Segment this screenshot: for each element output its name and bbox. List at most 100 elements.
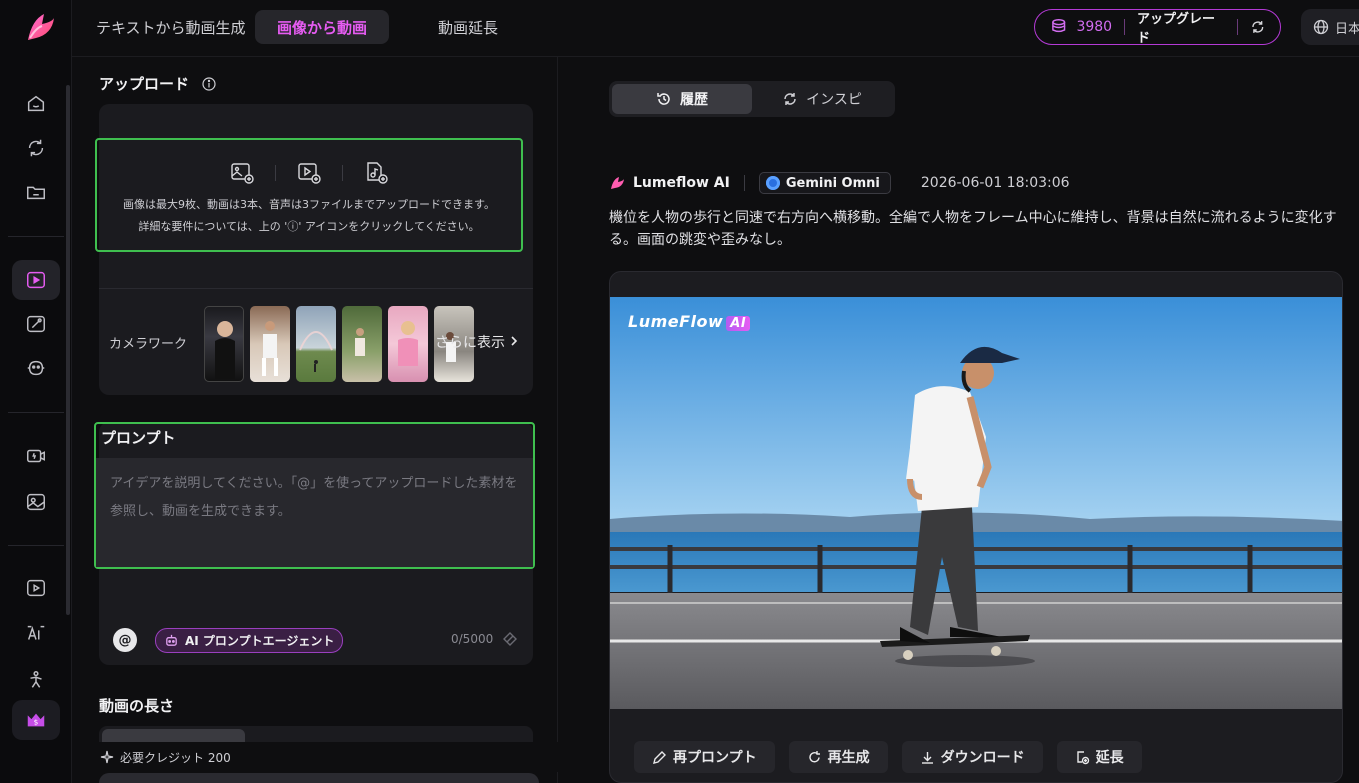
refresh-icon xyxy=(808,750,820,762)
generate-button[interactable] xyxy=(99,773,539,783)
ai-prompt-agent-button[interactable]: AI プロンプトエージェント xyxy=(155,628,344,653)
eraser-icon[interactable] xyxy=(501,630,519,648)
upload-card: 画像は最大9枚、動画は3本、音声は3ファイルまでアップロードできます。 詳細な要… xyxy=(95,104,533,395)
info-icon[interactable] xyxy=(202,77,216,91)
reprompt-button[interactable]: 再プロンプト xyxy=(634,741,775,773)
model-name: Gemini Omni xyxy=(785,175,880,191)
upload-dropzone[interactable]: 画像は最大9枚、動画は3本、音声は3ファイルまでアップロードできます。 詳細な要… xyxy=(95,138,523,252)
top-bar: テキストから動画生成 画像から動画 動画延長 3980 アップグレード 日本 xyxy=(72,0,1359,57)
photo-icon xyxy=(27,493,45,511)
crown-dollar-icon: $ xyxy=(27,713,45,727)
dropzone-divider xyxy=(342,165,343,181)
video-actions: 再プロンプト 再生成 ダウンロード 延長 xyxy=(634,741,1142,773)
model-icon xyxy=(765,176,780,190)
download-label: ダウンロード xyxy=(940,750,1025,766)
video-watermark: LumeFlow AI xyxy=(628,312,751,331)
card-divider xyxy=(99,288,533,289)
sidebar-item-pricing[interactable]: $ xyxy=(12,700,60,740)
tab-history-label: 履歴 xyxy=(680,92,708,108)
camera-preset-thumb[interactable] xyxy=(296,306,336,382)
refresh-icon[interactable] xyxy=(1250,19,1266,35)
regenerate-button[interactable]: 再生成 xyxy=(788,741,888,773)
download-button[interactable]: ダウンロード xyxy=(901,741,1043,773)
sidebar-divider xyxy=(8,545,64,546)
mention-button[interactable]: @ xyxy=(113,628,137,652)
language-label: 日本 xyxy=(1335,21,1359,37)
watermark-text: LumeFlow xyxy=(628,312,724,331)
watermark-ai-badge: AI xyxy=(726,316,751,331)
image-edit-icon xyxy=(27,315,45,333)
prompt-textarea[interactable]: アイデアを説明してください。「@」を使ってアップロードした素材を参照し、動画を生… xyxy=(96,458,533,567)
upload-section-title: アップロード xyxy=(99,73,216,94)
tab-video-extend[interactable]: 動画延長 xyxy=(416,10,520,44)
camera-preset-thumb[interactable] xyxy=(388,306,428,382)
character-count: 0/5000 xyxy=(451,632,494,646)
pill-divider xyxy=(1237,19,1239,35)
prompt-card: プロンプト アイデアを説明してください。「@」を使ってアップロードした素材を参照… xyxy=(94,422,535,665)
language-selector[interactable]: 日本 xyxy=(1301,9,1359,45)
video-play-icon xyxy=(27,579,45,597)
credit-count: 3980 xyxy=(1076,19,1113,35)
sidebar-item-video-play[interactable] xyxy=(12,568,60,608)
ai-text-icon xyxy=(27,625,45,640)
credit-pill[interactable]: 3980 アップグレード xyxy=(1034,8,1281,46)
add-image-icon[interactable] xyxy=(229,160,255,186)
show-more-link[interactable]: さらに表示 xyxy=(435,332,519,352)
sidebar-item-avatar[interactable] xyxy=(12,348,60,388)
avatar-face-icon xyxy=(27,360,45,376)
sidebar-item-image-edit[interactable] xyxy=(12,304,60,344)
tab-inspiration-label: インスピ xyxy=(806,92,862,108)
sidebar-divider xyxy=(8,236,64,237)
sidebar-item-ai-text[interactable] xyxy=(12,614,60,654)
left-panel: アップロード 画像は最大9枚、動画は3本、音声は3ファイルまでアップロードできま… xyxy=(72,57,558,783)
extend-icon xyxy=(1076,750,1089,764)
camera-preset-thumb[interactable] xyxy=(204,306,244,382)
extend-button[interactable]: 延長 xyxy=(1056,741,1142,773)
sidebar-scrollbar[interactable] xyxy=(66,85,70,615)
app-logo[interactable] xyxy=(22,10,58,46)
sidebar-item-loop[interactable] xyxy=(12,128,60,168)
sidebar: $ xyxy=(0,0,72,783)
upload-hint-line1: 画像は最大9枚、動画は3本、音声は3ファイルまでアップロードできます。 xyxy=(123,198,495,211)
ai-prompt-agent-label: AI プロンプトエージェント xyxy=(185,634,335,648)
tab-inspiration[interactable]: インスピ xyxy=(752,84,892,114)
tab-text-to-video[interactable]: テキストから動画生成 xyxy=(74,10,268,44)
brand-logo-icon xyxy=(611,177,624,189)
tab-history[interactable]: 履歴 xyxy=(612,84,752,114)
globe-icon xyxy=(1313,19,1329,35)
sidebar-item-home[interactable] xyxy=(12,84,60,124)
sidebar-item-folder[interactable] xyxy=(12,172,60,212)
sparkle-icon xyxy=(100,750,114,764)
tab-image-to-video[interactable]: 画像から動画 xyxy=(255,10,390,44)
pill-divider xyxy=(1124,19,1126,35)
camera-preset-thumb[interactable] xyxy=(342,306,382,382)
sidebar-item-photo[interactable] xyxy=(12,482,60,522)
camera-preset-thumb[interactable] xyxy=(250,306,290,382)
sidebar-divider xyxy=(8,412,64,413)
folder-icon xyxy=(27,186,45,200)
upload-type-icons xyxy=(97,160,521,186)
duration-title: 動画の長さ xyxy=(99,697,175,715)
svg-text:$: $ xyxy=(34,718,39,727)
sidebar-item-dance[interactable] xyxy=(12,660,60,700)
sidebar-item-image-to-video[interactable] xyxy=(12,260,60,300)
model-badge: Gemini Omni xyxy=(758,172,891,194)
image-to-video-icon xyxy=(27,271,45,289)
camera-work-label: カメラワーク xyxy=(109,337,188,352)
video-effect-icon xyxy=(27,449,45,463)
add-audio-icon[interactable] xyxy=(363,160,389,186)
video-preview[interactable]: LumeFlow AI xyxy=(609,271,1343,783)
loop-icon xyxy=(28,139,44,157)
required-credits-label: 必要クレジット 200 xyxy=(120,750,231,765)
generation-timestamp: 2026-06-01 18:03:06 xyxy=(920,175,1070,191)
extend-label: 延長 xyxy=(1095,750,1124,766)
sidebar-item-video-effect[interactable] xyxy=(12,436,60,476)
history-clock-icon xyxy=(657,93,670,105)
show-more-label: さらに表示 xyxy=(435,335,505,351)
right-panel: 履歴 インスピ Lumeflow AI Gemini Omni 2026-06-… xyxy=(559,57,1359,783)
add-video-icon[interactable] xyxy=(296,160,322,186)
upgrade-button[interactable]: アップグレード xyxy=(1137,8,1225,46)
dropzone-divider xyxy=(275,165,276,181)
video-frame-image[interactable] xyxy=(610,297,1343,709)
pencil-icon xyxy=(653,750,666,764)
